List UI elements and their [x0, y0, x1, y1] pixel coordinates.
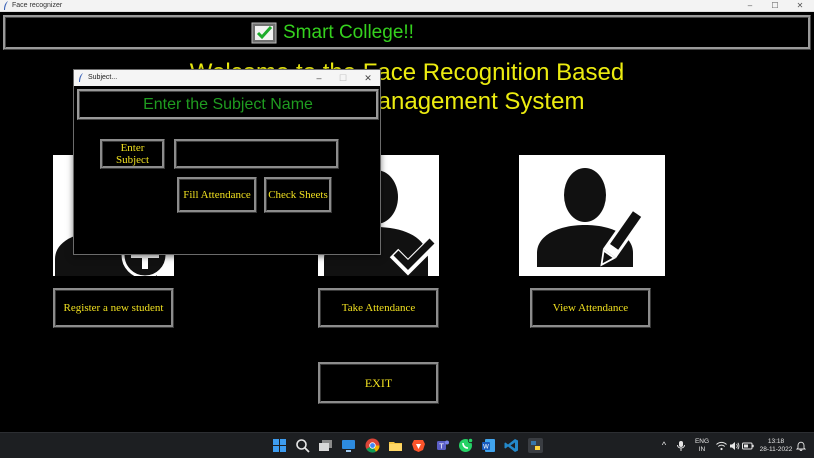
notification-bell-icon[interactable] [796, 441, 806, 451]
whatsapp-icon[interactable] [458, 438, 473, 453]
app-banner: Smart College!! [3, 15, 811, 50]
microphone-icon[interactable] [676, 440, 686, 452]
clock-time[interactable]: 13:18 [756, 438, 796, 446]
checkbox-logo-icon [251, 22, 277, 44]
task-view-icon[interactable] [318, 438, 333, 453]
subject-dialog: Subject... – ☐ ✕ Enter the Subject Name … [73, 69, 381, 255]
tray-chevron-icon[interactable]: ^ [660, 441, 668, 450]
clock-date[interactable]: 28-11-2022 [756, 446, 796, 454]
take-attendance-button[interactable]: Take Attendance [318, 288, 439, 328]
view-attendance-button[interactable]: View Attendance [530, 288, 651, 328]
dialog-title: Subject... [88, 74, 118, 81]
close-button[interactable]: ✕ [788, 0, 812, 12]
view-attendance-image [519, 155, 665, 276]
register-student-button[interactable]: Register a new student [53, 288, 174, 328]
file-explorer-icon[interactable] [388, 438, 403, 453]
volume-icon[interactable] [729, 441, 740, 451]
chrome-icon[interactable] [365, 438, 380, 453]
region-indicator[interactable]: IN [692, 446, 712, 454]
widgets-icon[interactable] [341, 438, 356, 453]
feather-icon [4, 1, 8, 10]
dialog-minimize-button[interactable]: – [307, 70, 331, 86]
language-indicator[interactable]: ENG [692, 438, 712, 446]
user-edit-icon [537, 168, 646, 267]
svg-text:T: T [438, 443, 444, 451]
teams-icon[interactable]: T [435, 438, 450, 453]
wifi-icon[interactable] [716, 441, 727, 451]
window-title: Face recognizer [12, 2, 63, 9]
check-sheets-button[interactable]: Check Sheets [264, 177, 332, 213]
vscode-icon[interactable] [504, 438, 519, 453]
exit-button[interactable]: EXIT [318, 362, 439, 404]
windows-start-icon[interactable] [272, 438, 287, 453]
taskbar: T W ^ ENG IN 13:18 28-11-2022 [0, 432, 814, 458]
brave-icon[interactable] [411, 438, 426, 453]
python-icon[interactable] [528, 438, 543, 453]
banner-title: Smart College!! [283, 22, 414, 43]
dialog-close-button[interactable]: ✕ [356, 70, 380, 86]
svg-text:W: W [483, 444, 489, 451]
minimize-button[interactable]: – [738, 0, 762, 12]
search-icon[interactable] [295, 438, 310, 453]
word-icon[interactable]: W [481, 438, 496, 453]
dialog-header: Enter the Subject Name [77, 89, 379, 120]
subject-input[interactable] [174, 139, 339, 169]
maximize-button[interactable]: ☐ [763, 0, 787, 12]
window-titlebar: Face recognizer – ☐ ✕ [0, 0, 814, 12]
battery-icon[interactable] [742, 441, 754, 451]
fill-attendance-button[interactable]: Fill Attendance [177, 177, 257, 213]
enter-subject-button[interactable]: Enter Subject [100, 139, 165, 169]
dialog-titlebar: Subject... – ☐ ✕ [74, 70, 380, 86]
feather-icon [79, 73, 83, 82]
dialog-maximize-button: ☐ [338, 73, 348, 83]
